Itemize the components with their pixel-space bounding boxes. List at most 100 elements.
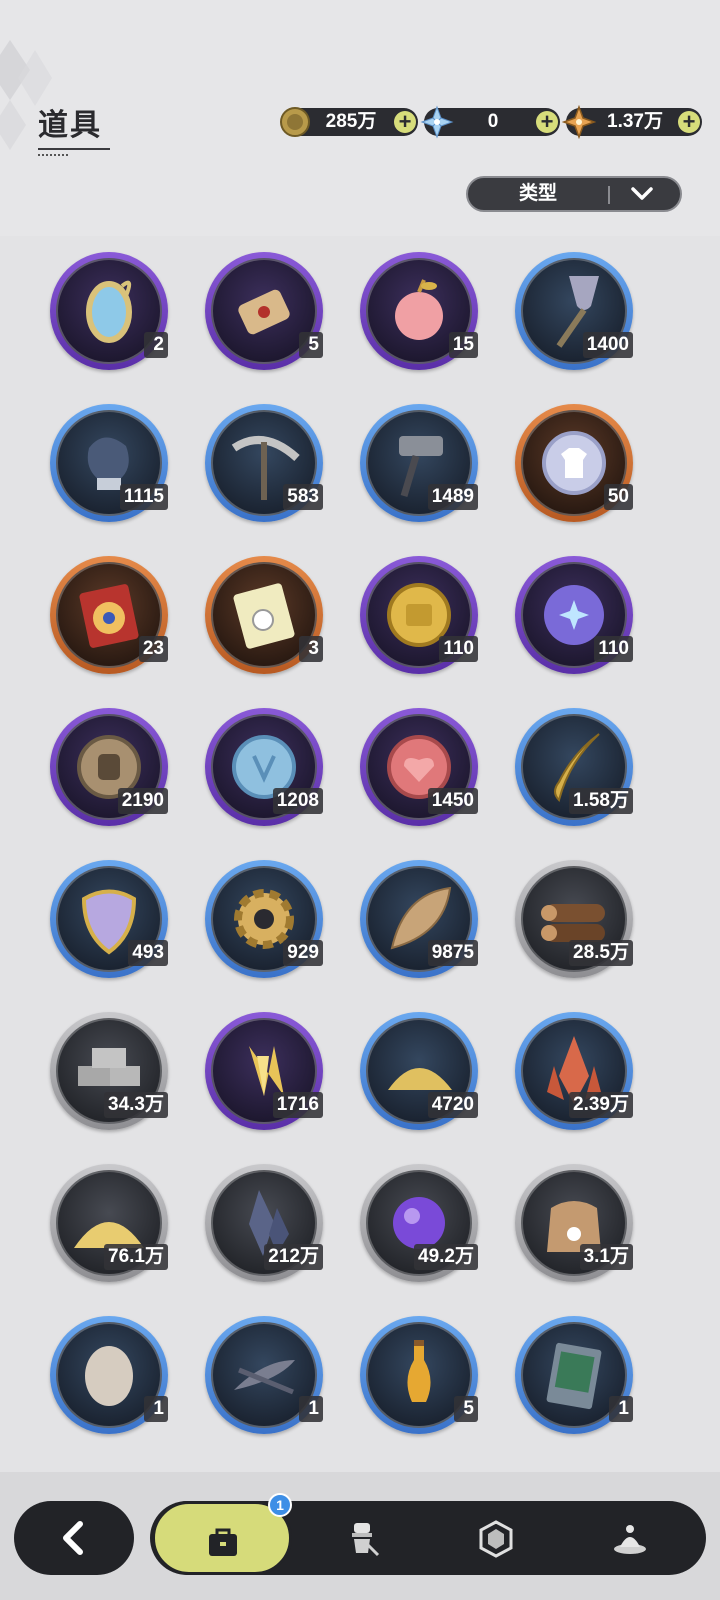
potion-vial-icon: [407, 1340, 431, 1402]
tab-dessert[interactable]: [590, 1501, 670, 1575]
item-slot-shovel[interactable]: 1400: [515, 252, 637, 372]
filter-divider: [608, 186, 610, 204]
item-count: 2: [144, 332, 168, 358]
add-gold-button[interactable]: +: [394, 111, 416, 133]
scroll-icon: [238, 289, 290, 335]
item-count: 1400: [582, 332, 633, 358]
item-count: 110: [594, 636, 633, 662]
item-count: 3.1万: [579, 1244, 633, 1270]
item-slot-purple-orb[interactable]: 49.2万: [360, 1164, 482, 1284]
page-title-block: 道具: [38, 100, 110, 156]
egg-icon: [85, 1346, 133, 1406]
item-count: 929: [283, 940, 323, 966]
page-title: 道具: [38, 109, 102, 142]
forest-card-icon: [546, 1342, 602, 1410]
item-slot-sand-pile[interactable]: 76.1万: [50, 1164, 172, 1284]
item-slot-gold-crystal[interactable]: 1716: [205, 1012, 327, 1132]
item-count: 49.2万: [414, 1244, 478, 1270]
item-count: 110: [439, 636, 478, 662]
item-count: 76.1万: [104, 1244, 168, 1270]
bag-icon: [209, 1528, 237, 1556]
item-slot-heart-coin[interactable]: 1450: [360, 708, 482, 828]
item-slot-wood-log[interactable]: 28.5万: [515, 860, 637, 980]
item-count: 5: [299, 332, 323, 358]
item-slot-scale-shield[interactable]: 493: [50, 860, 172, 980]
feather-bundle-icon: [234, 1360, 295, 1395]
item-count: 1.58万: [569, 788, 633, 814]
tab-gem[interactable]: [456, 1501, 536, 1575]
item-count: 1489: [427, 484, 478, 510]
gold-coin-icon: [280, 107, 310, 137]
chevron-down-icon: [631, 187, 653, 200]
item-count: 1208: [272, 788, 323, 814]
item-count: 1716: [272, 1092, 323, 1118]
back-arrow-icon: [63, 1521, 83, 1555]
inventory-grid: 2 5 15 1400 1115 583 1489 50 23 3 110 110 2190 1208 14…: [50, 252, 670, 1436]
pudding-dish-icon: [614, 1525, 646, 1554]
item-slot-rainbow-ticket[interactable]: 3: [205, 556, 327, 676]
tab-bag-badge: 1: [268, 1493, 292, 1517]
mirror-icon: [86, 280, 132, 343]
item-count: 1: [299, 1396, 323, 1422]
item-slot-hammer[interactable]: 1489: [360, 404, 482, 524]
item-slot-fist-coin[interactable]: 2190: [50, 708, 172, 828]
item-count: 50: [603, 484, 633, 510]
item-count: 1450: [427, 788, 478, 814]
item-slot-potion-vial[interactable]: 5: [360, 1316, 482, 1436]
item-count: 1115: [119, 484, 168, 510]
item-count: 1: [144, 1396, 168, 1422]
add-star-button[interactable]: +: [678, 111, 700, 133]
item-slot-golden-fang[interactable]: 1.58万: [515, 708, 637, 828]
item-slot-scroll[interactable]: 5: [205, 252, 327, 372]
rainbow-ticket-icon: [233, 583, 295, 649]
item-slot-wheel-ticket[interactable]: 23: [50, 556, 172, 676]
currency-star-value: 1.37万: [607, 111, 663, 132]
item-slot-star-orb[interactable]: 110: [515, 556, 637, 676]
hexagon-gem-icon: [479, 1520, 513, 1558]
item-count: 583: [283, 484, 323, 510]
item-count: 212万: [264, 1244, 323, 1270]
currency-crystal-value: 0: [487, 111, 499, 132]
item-slot-red-crystal[interactable]: 2.39万: [515, 1012, 637, 1132]
item-count: 3: [299, 636, 323, 662]
item-count: 28.5万: [569, 940, 633, 966]
item-slot-blue-crest-coin[interactable]: 1208: [205, 708, 327, 828]
item-count: 9875: [427, 940, 478, 966]
title-underline: [38, 148, 110, 150]
item-count: 34.3万: [104, 1092, 168, 1118]
item-count: 4720: [427, 1092, 478, 1118]
currency-gold-value: 285万: [325, 111, 377, 132]
item-slot-boxing-glove[interactable]: 1115: [50, 404, 172, 524]
item-count: 2.39万: [569, 1092, 633, 1118]
item-slot-leaf[interactable]: 9875: [360, 860, 482, 980]
item-slot-forest-card[interactable]: 1: [515, 1316, 637, 1436]
item-slot-dark-crystal[interactable]: 212万: [205, 1164, 327, 1284]
item-count: 1: [609, 1396, 633, 1422]
currency-gold: 285万 +: [280, 107, 418, 137]
item-slot-egg[interactable]: 1: [50, 1316, 172, 1436]
title-dots: [38, 154, 68, 156]
tab-chef[interactable]: [322, 1501, 402, 1575]
add-crystal-button[interactable]: +: [536, 111, 558, 133]
crystal-flower-icon: [420, 105, 454, 139]
item-count: 493: [128, 940, 168, 966]
item-slot-feed-sack[interactable]: 3.1万: [515, 1164, 637, 1284]
item-count: 15: [448, 332, 478, 358]
chef-outfit-icon: [352, 1523, 380, 1557]
item-slot-mirror[interactable]: 2: [50, 252, 172, 372]
currency-crystal: 0 +: [420, 105, 560, 139]
type-filter-label: 类型: [518, 183, 557, 204]
back-button[interactable]: [14, 1501, 134, 1575]
item-slot-stone-brick[interactable]: 34.3万: [50, 1012, 172, 1132]
item-slot-gold-suitcase-coin[interactable]: 110: [360, 556, 482, 676]
star-crystal-icon: [562, 105, 596, 139]
item-slot-apple[interactable]: 15: [360, 252, 482, 372]
currency-star: 1.37万 +: [562, 105, 702, 139]
item-slot-feather-bundle[interactable]: 1: [205, 1316, 327, 1436]
item-slot-gold-dust[interactable]: 4720: [360, 1012, 482, 1132]
item-count: 5: [454, 1396, 478, 1422]
item-slot-gear[interactable]: 929: [205, 860, 327, 980]
item-slot-pickaxe[interactable]: 583: [205, 404, 327, 524]
item-slot-shirt-coin[interactable]: 50: [515, 404, 637, 524]
type-filter-dropdown[interactable]: 类型: [466, 176, 682, 212]
